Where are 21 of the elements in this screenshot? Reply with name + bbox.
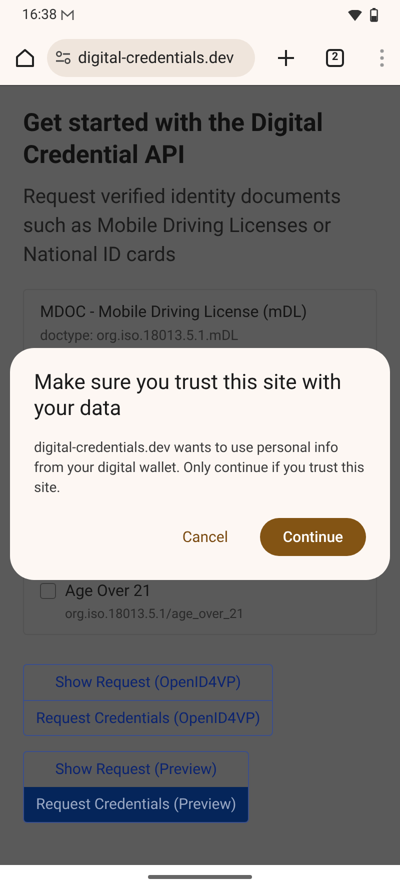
new-tab-icon[interactable] bbox=[277, 48, 295, 66]
card-title: MDOC - Mobile Driving License (mDL) bbox=[40, 301, 308, 323]
request-button[interactable]: Request Credentials (Preview) bbox=[24, 787, 248, 822]
url-text: digital-credentials.dev bbox=[78, 46, 234, 68]
clock: 16:38 bbox=[22, 6, 57, 24]
field-label: Age Over 21 bbox=[65, 580, 152, 602]
dialog-title: Make sure you trust this site with your data bbox=[34, 370, 342, 422]
tab-count[interactable]: 2 bbox=[326, 48, 344, 66]
continue-button[interactable]: Continue bbox=[260, 518, 366, 556]
cancel-button[interactable]: Cancel bbox=[170, 518, 240, 556]
site-settings-icon[interactable] bbox=[55, 50, 71, 64]
mail-icon bbox=[60, 10, 74, 20]
wifi-icon bbox=[348, 10, 362, 20]
checkbox[interactable] bbox=[40, 582, 56, 598]
page-heading: Get started with the Digital Credential API bbox=[23, 108, 324, 172]
dialog-message: digital-credentials.dev wants to use personal info from your digital wallet. Only continue if you trust this site. bbox=[34, 439, 366, 498]
page-subtitle: Request verified identity documents such as Mobile Driving Licenses or National ID cards bbox=[23, 183, 342, 268]
more-icon[interactable] bbox=[380, 48, 384, 66]
address-bar[interactable]: digital-credentials.dev bbox=[47, 38, 255, 76]
battery-icon bbox=[370, 8, 378, 22]
home-icon[interactable] bbox=[14, 46, 36, 68]
